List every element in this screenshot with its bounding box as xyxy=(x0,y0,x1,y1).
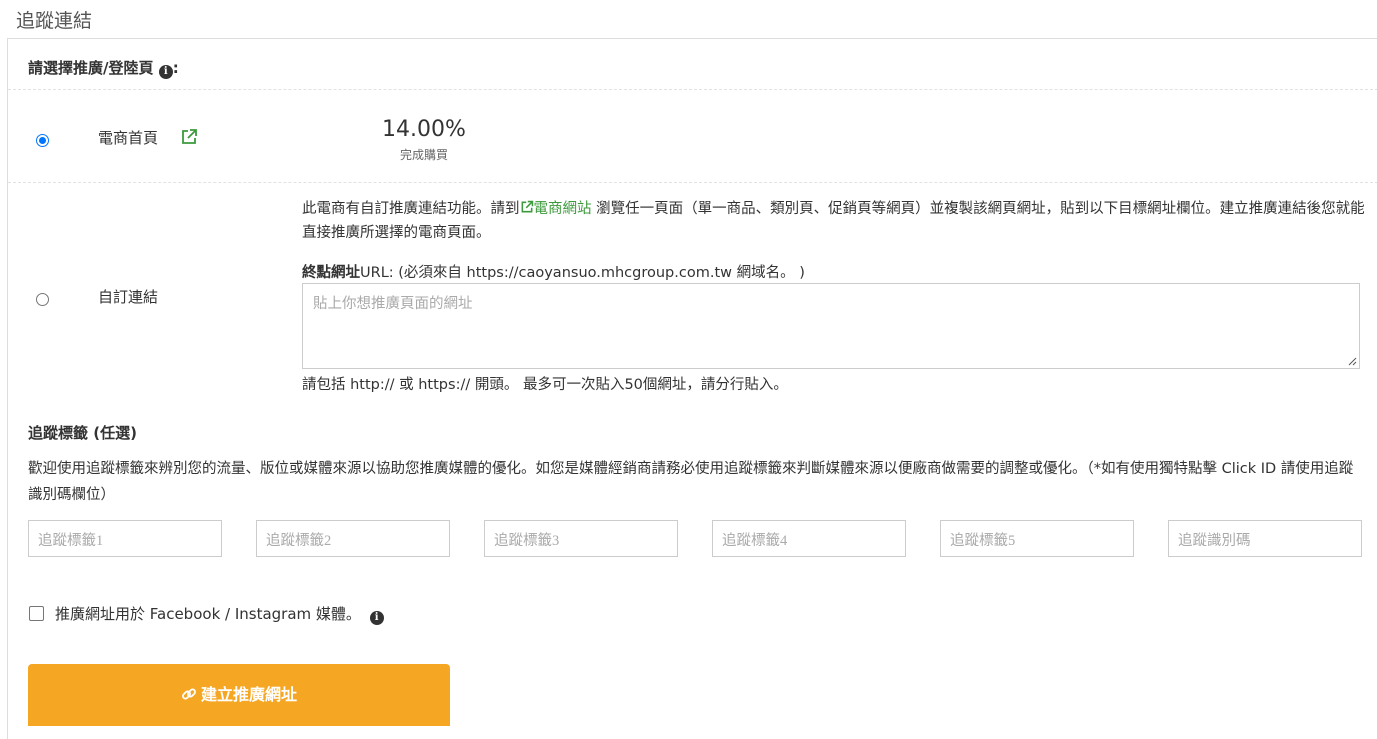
facebook-media-label-row: 推廣網址用於 Facebook / Instagram 媒體。 i xyxy=(55,603,384,625)
radio-custom-link[interactable] xyxy=(36,293,49,306)
conversion-rate-value: 14.00% xyxy=(382,117,466,142)
facebook-media-label[interactable]: 推廣網址用於 Facebook / Instagram 媒體。 xyxy=(55,605,361,623)
tracking-link-panel: 請選擇推廣/登陸頁 i: 電商首頁 14.00% 完成購買 自訂連結 此電商有自… xyxy=(7,38,1377,739)
info-circle-icon[interactable]: i xyxy=(158,65,173,79)
info-circle-icon[interactable]: i xyxy=(369,611,384,625)
custom-link-description: 此電商有自訂推廣連結功能。請到 電商網站 瀏覽任一頁面（單一商品、類別頁、促銷頁等… xyxy=(302,197,1372,245)
external-link-icon[interactable] xyxy=(180,128,198,146)
ecommerce-site-link-text: 電商網站 xyxy=(533,201,592,217)
tracking-tag-1-input[interactable]: 追蹤標籤1 xyxy=(28,520,222,557)
create-promo-url-button[interactable]: 建立推廣網址 xyxy=(28,664,450,726)
tracking-tags-heading: 追蹤標籤 (任選) xyxy=(28,424,137,442)
tracking-id-input[interactable]: 追蹤識別碼 xyxy=(1168,520,1362,557)
url-hint-text: 請包括 http:// 或 https:// 開頭。 最多可一次貼入50個網址，… xyxy=(302,377,788,393)
tracking-tags-description: 歡迎使用追蹤標籤來辨別您的流量、版位或媒體來源以協助您推廣媒體的優化。如您是媒體… xyxy=(28,461,1354,503)
destination-url-label-bold: 終點網址 xyxy=(302,265,360,281)
ecommerce-home-label: 電商首頁 xyxy=(98,129,159,147)
tracking-tag-5-input[interactable]: 追蹤標籤5 xyxy=(940,520,1134,557)
destination-url-placeholder: 貼上你想推廣頁面的網址 xyxy=(313,296,473,312)
divider xyxy=(8,89,1377,90)
tracking-tag-3-input[interactable]: 追蹤標籤3 xyxy=(484,520,678,557)
ecommerce-site-link[interactable]: 電商網站 xyxy=(520,200,592,217)
landing-page-heading: 請選擇推廣/登陸頁 i: xyxy=(28,57,179,79)
divider xyxy=(8,182,1377,183)
destination-url-label: 終點網址URL: (必須來自 https://caoyansuo.mhcgrou… xyxy=(302,261,805,282)
radio-ecommerce-home[interactable] xyxy=(36,134,49,147)
destination-url-label-rest: URL: (必須來自 https://caoyansuo.mhcgroup.co… xyxy=(360,265,805,281)
description-text-before: 此電商有自訂推廣連結功能。請到 xyxy=(302,201,520,217)
landing-page-heading-text: 請選擇推廣/登陸頁 xyxy=(28,59,154,77)
external-link-icon xyxy=(521,200,533,213)
link-icon xyxy=(182,688,196,700)
tracking-tag-4-input[interactable]: 追蹤標籤4 xyxy=(712,520,906,557)
heading-colon: : xyxy=(172,59,179,77)
facebook-media-checkbox[interactable] xyxy=(29,606,44,621)
tracking-tag-2-input[interactable]: 追蹤標籤2 xyxy=(256,520,450,557)
custom-link-label: 自訂連結 xyxy=(98,288,159,306)
resize-handle-icon[interactable] xyxy=(1347,356,1357,366)
destination-url-textarea[interactable]: 貼上你想推廣頁面的網址 xyxy=(302,283,1360,369)
create-promo-url-label: 建立推廣網址 xyxy=(200,685,297,704)
page-title: 追蹤連結 xyxy=(16,10,93,32)
conversion-rate-caption: 完成購買 xyxy=(399,148,448,162)
